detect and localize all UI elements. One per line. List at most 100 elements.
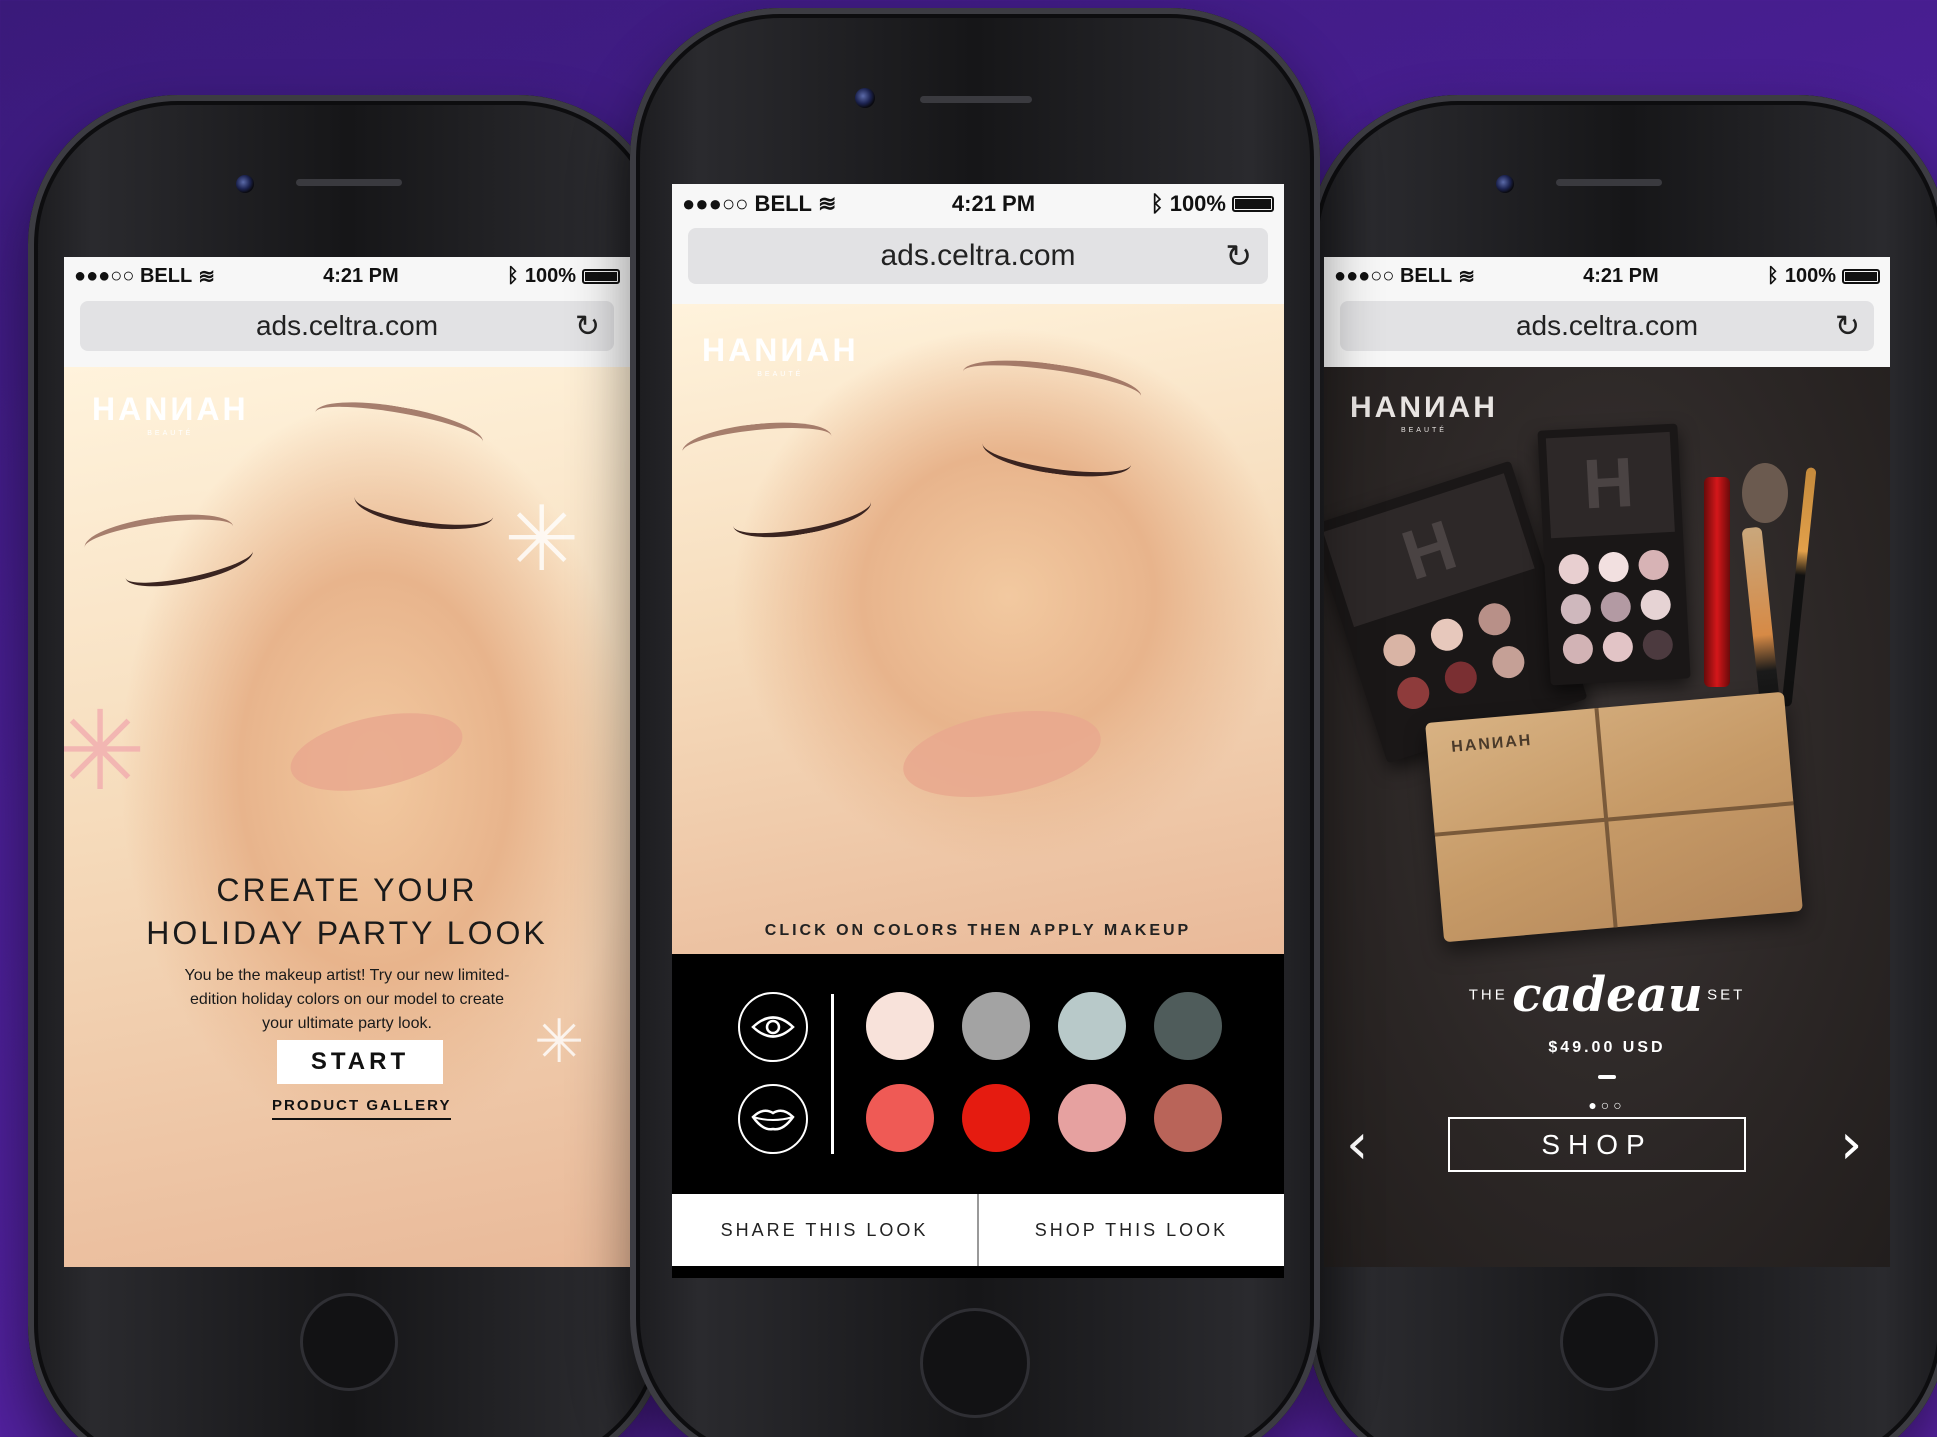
screen-left: ●●●○○ BELL ≋ 4:21 PM ᛒ 100% ads.celtra.com…: [64, 257, 630, 1267]
shadow-pan: [1599, 591, 1632, 623]
reload-icon[interactable]: ↻: [575, 309, 600, 344]
carousel-pager[interactable]: ●○○: [1324, 1097, 1890, 1113]
shop-button[interactable]: SHOP: [1448, 1117, 1746, 1172]
status-bar: ●●●○○ BELL ≋ 4:21 PM ᛒ 100%: [1324, 257, 1890, 295]
address-bar[interactable]: ads.celtra.com ↻: [688, 228, 1268, 284]
shadow-pan: [1426, 614, 1468, 655]
shadow-pan: [1602, 631, 1634, 663]
sparkle-icon: ✳: [64, 690, 147, 813]
url-text: ads.celtra.com: [1515, 310, 1699, 341]
status-time: 4:21 PM: [323, 264, 399, 287]
gift-brand: HANИAH: [1450, 731, 1534, 756]
shadow-pan: [1639, 589, 1672, 621]
color-swatch[interactable]: [866, 1084, 934, 1152]
battery-icon: [1841, 268, 1880, 284]
start-button[interactable]: START: [277, 1040, 443, 1084]
address-bar[interactable]: ads.celtra.com ↻: [80, 301, 614, 351]
brand-name: HANИAH: [92, 391, 249, 427]
wifi-icon: ≋: [818, 191, 837, 216]
start-button-label: START: [310, 1048, 410, 1075]
screen-right: ●●●○○ BELL ≋ 4:21 PM ᛒ 100% ads.celtra.com…: [1324, 257, 1890, 1267]
address-bar-area: ads.celtra.com ↻: [64, 295, 630, 367]
reload-icon[interactable]: ↻: [1835, 309, 1860, 344]
right-brow: [311, 392, 487, 462]
lips-icon[interactable]: [738, 1084, 808, 1154]
bluetooth-icon: ᛒ: [1766, 264, 1779, 287]
shop-button-label: SHOP: [1541, 1128, 1653, 1160]
color-swatch[interactable]: [962, 1084, 1030, 1152]
shadow-pan: [1642, 629, 1674, 661]
share-look-button[interactable]: SHARE THIS LOOK: [672, 1194, 977, 1266]
lips: [283, 699, 470, 805]
headline-line-1: CREATE YOUR: [216, 872, 478, 908]
title-post: SET: [1707, 986, 1746, 1004]
screen-center: ●●●○○ BELL ≋ 4:21 PM ᛒ 100% ads.celtra.com…: [672, 184, 1284, 1278]
eyeliner-brush: [1781, 467, 1817, 707]
eyeshadow-palette-2: H: [1537, 423, 1691, 686]
product-gallery-link[interactable]: PRODUCT GALLERY: [272, 1097, 452, 1120]
left-eye: [729, 482, 875, 546]
brand-logo: HANИAH BEAUTÉ: [702, 332, 859, 378]
makeup-brush-head: [1742, 463, 1788, 523]
home-button[interactable]: [300, 1293, 398, 1391]
right-eye: [351, 477, 497, 537]
palette-monogram: H: [1581, 442, 1636, 524]
brand-logo: HANИAH BEAUTÉ: [92, 391, 249, 437]
wifi-icon: ≋: [198, 265, 215, 288]
address-bar[interactable]: ads.celtra.com ↻: [1340, 301, 1874, 351]
wifi-icon: ≋: [1458, 265, 1475, 288]
body-line-2: edition holiday colors on our model to c…: [190, 991, 504, 1008]
palette-lid: H: [1545, 431, 1675, 539]
right-eye: [979, 423, 1135, 485]
chevron-left-icon[interactable]: ‹: [1346, 1112, 1368, 1177]
chevron-right-icon[interactable]: ›: [1840, 1112, 1862, 1177]
phone-left: ●●●○○ BELL ≋ 4:21 PM ᛒ 100% ads.celtra.com…: [28, 95, 668, 1437]
headline-line-2: HOLIDAY PARTY LOOK: [146, 915, 548, 951]
product-title: THE cadeau SET: [1324, 967, 1890, 1023]
shop-look-label: SHOP THIS LOOK: [1034, 1219, 1229, 1240]
palette-lid: H: [1324, 473, 1535, 628]
home-button[interactable]: [1560, 1293, 1658, 1391]
lip-gloss: [1704, 477, 1730, 687]
shadow-pan: [1488, 641, 1529, 683]
shop-look-button[interactable]: SHOP THIS LOOK: [977, 1194, 1284, 1266]
brand-sub: BEAUTÉ: [757, 371, 804, 378]
battery-percent: 100%: [524, 264, 576, 287]
instruction-text: CLICK ON COLORS THEN APPLY MAKEUP: [764, 922, 1192, 939]
shadow-pan: [1393, 672, 1434, 714]
battery-icon: [1231, 196, 1274, 212]
eye-icon[interactable]: [738, 992, 808, 1062]
color-swatch[interactable]: [1154, 992, 1222, 1060]
shadow-pan: [1560, 593, 1592, 625]
lips: [896, 697, 1108, 811]
body-line-3: your ultimate party look.: [262, 1015, 432, 1032]
eye-glyph: [751, 1016, 795, 1038]
reload-icon[interactable]: ↻: [1225, 237, 1252, 275]
product-showcase: HANИAH BEAUTÉ H H HANИAH THE cadeau SET …: [1324, 367, 1890, 1267]
shadow-pan: [1474, 599, 1515, 640]
phone-center: ●●●○○ BELL ≋ 4:21 PM ᛒ 100% ads.celtra.com…: [630, 8, 1320, 1437]
address-bar-area: ads.celtra.com ↻: [672, 224, 1284, 304]
shadow-pan: [1379, 630, 1420, 671]
battery-percent: 100%: [1169, 191, 1226, 216]
shadow-pan: [1597, 551, 1630, 583]
color-swatch[interactable]: [1154, 1084, 1222, 1152]
shadow-pan: [1562, 633, 1594, 665]
earpiece-speaker: [1556, 179, 1662, 186]
home-button[interactable]: [920, 1308, 1030, 1418]
color-swatch[interactable]: [1058, 992, 1126, 1060]
color-swatch[interactable]: [1058, 1084, 1126, 1152]
left-brow: [680, 416, 834, 472]
status-time: 4:21 PM: [951, 191, 1036, 216]
model-image[interactable]: HANИAH BEAUTÉ CLICK ON COLORS THEN APPLY…: [672, 304, 1284, 954]
earpiece-speaker: [296, 179, 402, 186]
decor-dash: [1598, 1075, 1616, 1079]
gift-box: HANИAH: [1425, 691, 1803, 943]
action-bar: SHARE THIS LOOK SHOP THIS LOOK: [672, 1194, 1284, 1266]
color-swatch[interactable]: [962, 992, 1030, 1060]
color-swatch[interactable]: [866, 992, 934, 1060]
shadow-pan: [1557, 553, 1590, 585]
status-time: 4:21 PM: [1583, 264, 1659, 287]
carrier-label: ●●●○○ BELL: [74, 264, 193, 287]
carrier-label: ●●●○○ BELL: [682, 191, 812, 216]
